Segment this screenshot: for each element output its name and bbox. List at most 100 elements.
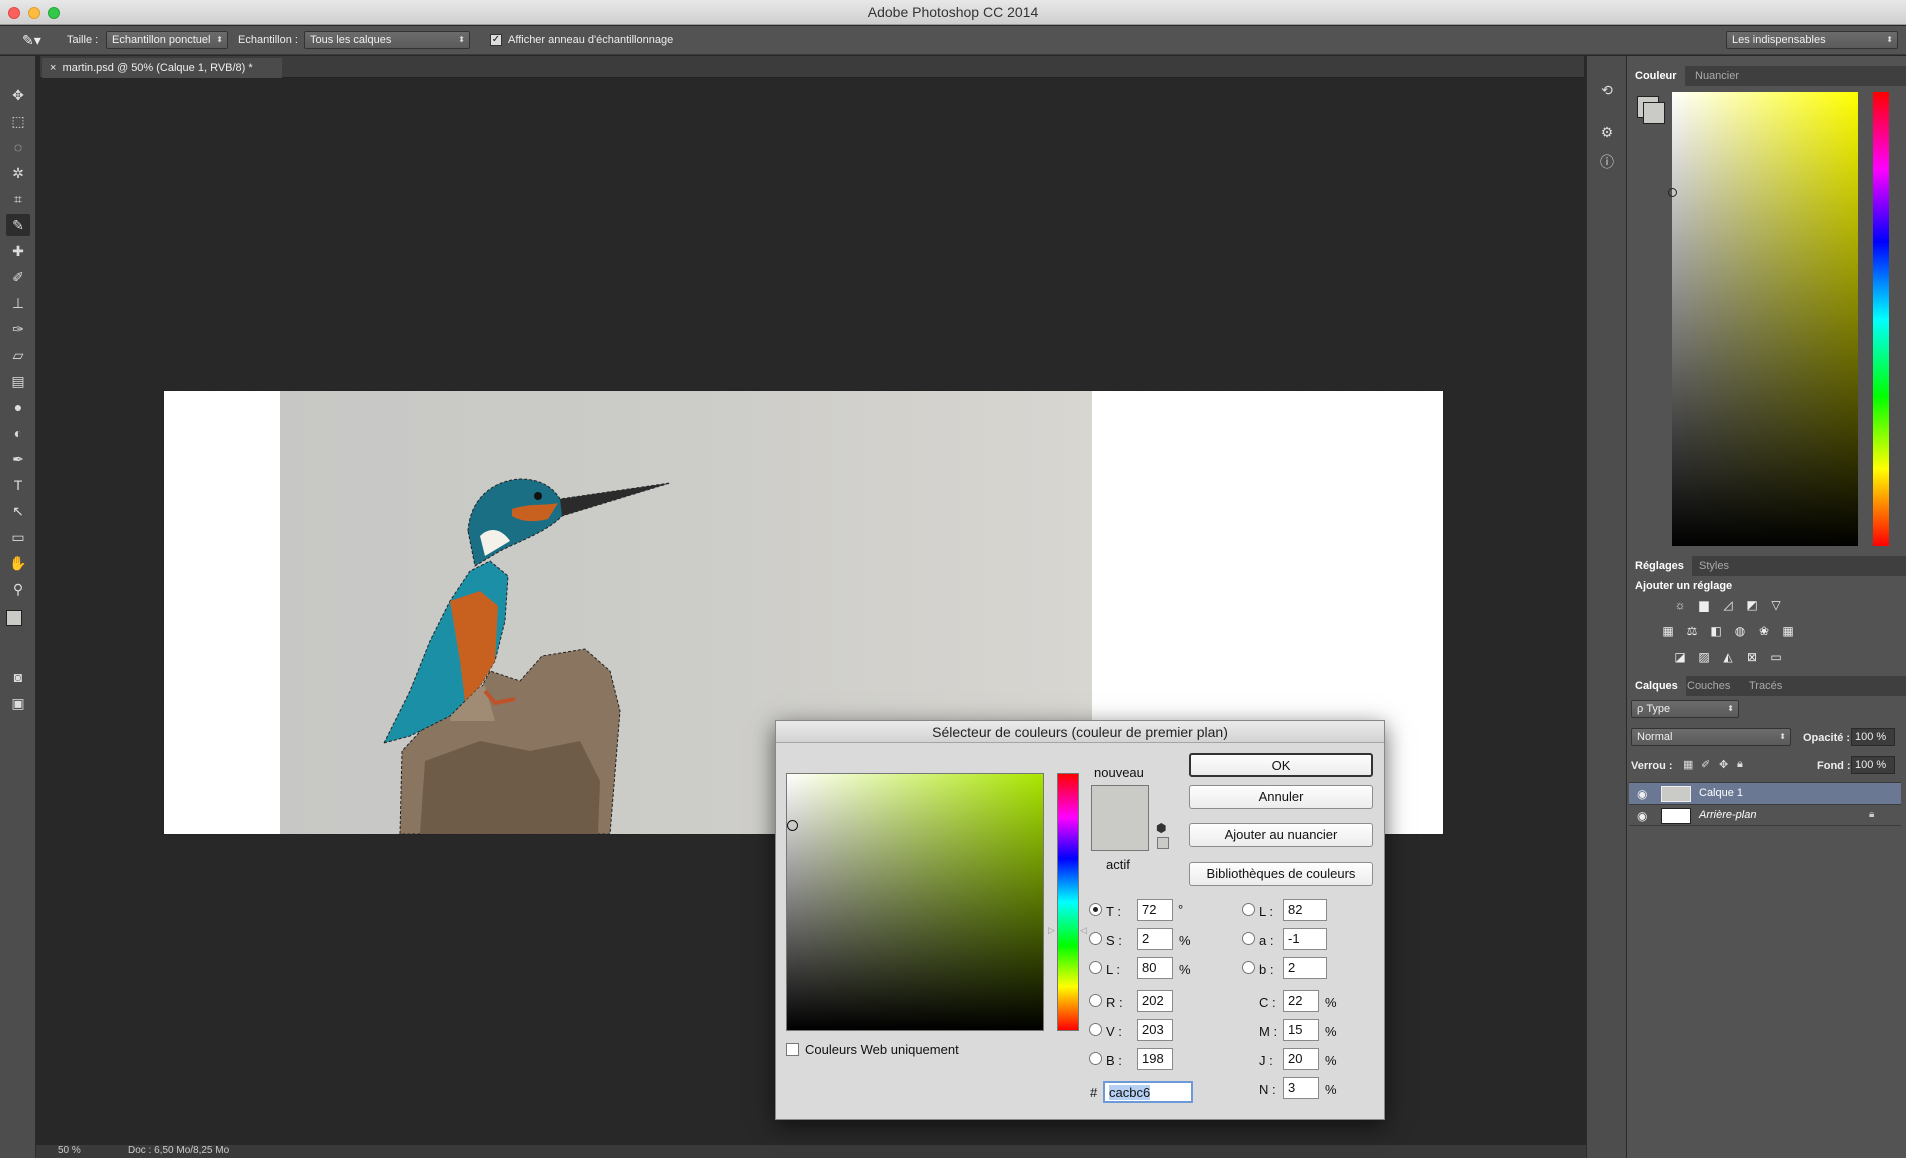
brush-tool-icon[interactable]: ✐	[6, 266, 30, 288]
eraser-tool-icon[interactable]: ▱	[6, 344, 30, 366]
zoom-tool-icon[interactable]: ⚲	[6, 578, 30, 600]
black-white-icon[interactable]: ◧	[1707, 624, 1725, 638]
marquee-tool-icon[interactable]: ⬚	[6, 110, 30, 132]
layer-filter-select[interactable]: ρ Type ⬍	[1631, 700, 1739, 718]
panel-background-swatch[interactable]	[1643, 102, 1665, 124]
tab-traces[interactable]: Tracés	[1741, 676, 1790, 696]
lock-pixels-icon[interactable]: ✐	[1701, 758, 1710, 771]
move-tool-icon[interactable]: ✥	[6, 84, 30, 106]
dodge-tool-icon[interactable]: ◐	[6, 422, 30, 444]
tab-calques[interactable]: Calques	[1627, 676, 1686, 696]
black-input[interactable]: 3	[1283, 1077, 1319, 1099]
info-panel-icon[interactable]: ⓘ	[1597, 152, 1617, 172]
red-input[interactable]: 202	[1137, 990, 1173, 1012]
gradient-map-icon[interactable]: ▭	[1767, 650, 1785, 664]
tab-reglages[interactable]: Réglages	[1627, 556, 1692, 576]
close-tab-icon[interactable]: ×	[50, 62, 56, 74]
tab-couleur[interactable]: Couleur	[1627, 66, 1685, 86]
radio-blue[interactable]	[1089, 1052, 1102, 1065]
radio-hue[interactable]	[1089, 903, 1102, 916]
vibrance-icon[interactable]: ▽	[1767, 598, 1785, 612]
radio-lab-b[interactable]	[1242, 961, 1255, 974]
screen-mode-icon[interactable]: ▣	[6, 692, 30, 714]
sample-select[interactable]: Tous les calques ⬍	[304, 31, 470, 49]
cyan-input[interactable]: 22	[1283, 990, 1319, 1012]
zoom-level[interactable]: 50 %	[58, 1145, 81, 1156]
history-panel-icon[interactable]: ⟲	[1597, 80, 1617, 100]
color-lookup-icon[interactable]: ▦	[1779, 624, 1797, 638]
zoom-window-button[interactable]	[48, 7, 60, 19]
photo-filter-icon[interactable]: ◍	[1731, 624, 1749, 638]
magic-wand-tool-icon[interactable]: ✲	[6, 162, 30, 184]
size-select[interactable]: Echantillon ponctuel ⬍	[106, 31, 228, 49]
hue-input[interactable]: 72	[1137, 899, 1173, 921]
hue-slider[interactable]	[1057, 773, 1079, 1031]
saturation-input[interactable]: 2	[1137, 928, 1173, 950]
show-ring-checkbox[interactable]: ✓	[490, 34, 502, 46]
lock-position-icon[interactable]: ✥	[1719, 758, 1728, 771]
lab-a-input[interactable]: -1	[1283, 928, 1327, 950]
curves-icon[interactable]: ◿	[1719, 598, 1737, 612]
magenta-input[interactable]: 15	[1283, 1019, 1319, 1041]
hex-input[interactable]: cacbc6	[1103, 1081, 1193, 1103]
quick-mask-icon[interactable]: ◙	[6, 666, 30, 688]
crop-tool-icon[interactable]: ⌗	[6, 188, 30, 210]
history-brush-tool-icon[interactable]: ✑	[6, 318, 30, 340]
out-of-gamut-cube-icon[interactable]: ⬢	[1156, 821, 1166, 835]
lab-b-input[interactable]: 2	[1283, 957, 1327, 979]
cancel-button[interactable]: Annuler	[1189, 785, 1373, 809]
invert-icon[interactable]: ◪	[1671, 650, 1689, 664]
tab-styles[interactable]: Styles	[1691, 556, 1737, 576]
blur-tool-icon[interactable]: ●	[6, 396, 30, 418]
yellow-input[interactable]: 20	[1283, 1048, 1319, 1070]
pen-tool-icon[interactable]: ✒	[6, 448, 30, 470]
web-safe-swatch-icon[interactable]	[1157, 837, 1169, 849]
brightness-icon[interactable]: ☼	[1671, 598, 1689, 612]
radio-saturation[interactable]	[1089, 932, 1102, 945]
tab-couches[interactable]: Couches	[1679, 676, 1738, 696]
brightness-input[interactable]: 80	[1137, 957, 1173, 979]
lock-transparency-icon[interactable]: ▦	[1683, 758, 1693, 771]
hand-tool-icon[interactable]: ✋	[6, 552, 30, 574]
foreground-color-swatch[interactable]	[6, 610, 22, 626]
eyedropper-tool-icon[interactable]: ✎	[6, 214, 30, 236]
lock-all-icon[interactable]: 🔒︎	[1737, 758, 1743, 771]
color-balance-icon[interactable]: ⚖	[1683, 624, 1701, 638]
properties-panel-icon[interactable]: ⚙	[1597, 122, 1617, 142]
eyedropper-tool-preset-icon[interactable]: ✎▾	[22, 32, 41, 49]
fill-input[interactable]: 100 %	[1851, 756, 1895, 774]
visibility-eye-icon[interactable]: ◉	[1637, 787, 1647, 801]
gradient-tool-icon[interactable]: ▤	[6, 370, 30, 392]
layer-row[interactable]: ◉ Calque 1	[1629, 782, 1901, 804]
opacity-input[interactable]: 100 %	[1851, 728, 1895, 746]
ok-button[interactable]: OK	[1189, 753, 1373, 777]
lasso-tool-icon[interactable]: ◌	[6, 136, 30, 158]
visibility-eye-icon[interactable]: ◉	[1637, 809, 1647, 823]
channel-mixer-icon[interactable]: ❀	[1755, 624, 1773, 638]
radio-green[interactable]	[1089, 1023, 1102, 1036]
green-input[interactable]: 203	[1137, 1019, 1173, 1041]
color-field[interactable]	[786, 773, 1044, 1031]
color-field-square[interactable]	[1668, 92, 1858, 546]
path-selection-tool-icon[interactable]: ↖	[6, 500, 30, 522]
type-tool-icon[interactable]: T	[6, 474, 30, 496]
close-window-button[interactable]	[8, 7, 20, 19]
lab-l-input[interactable]: 82	[1283, 899, 1327, 921]
radio-brightness[interactable]	[1089, 961, 1102, 974]
threshold-icon[interactable]: ◭	[1719, 650, 1737, 664]
radio-lab-a[interactable]	[1242, 932, 1255, 945]
add-to-swatches-button[interactable]: Ajouter au nuancier	[1189, 823, 1373, 847]
posterize-icon[interactable]: ▨	[1695, 650, 1713, 664]
radio-red[interactable]	[1089, 994, 1102, 1007]
selective-color-icon[interactable]: ⊠	[1743, 650, 1761, 664]
healing-brush-tool-icon[interactable]: ✚	[6, 240, 30, 262]
tab-nuancier[interactable]: Nuancier	[1687, 66, 1747, 86]
web-colors-only-checkbox[interactable]	[786, 1043, 799, 1056]
stamp-tool-icon[interactable]: ⊥	[6, 292, 30, 314]
minimize-window-button[interactable]	[28, 7, 40, 19]
radio-lab-l[interactable]	[1242, 903, 1255, 916]
document-tab[interactable]: × martin.psd @ 50% (Calque 1, RVB/8) *	[42, 58, 282, 78]
exposure-icon[interactable]: ◩	[1743, 598, 1761, 612]
levels-icon[interactable]: ▆	[1695, 598, 1713, 612]
layer-row[interactable]: ◉ Arrière-plan 🔒︎	[1629, 804, 1901, 826]
